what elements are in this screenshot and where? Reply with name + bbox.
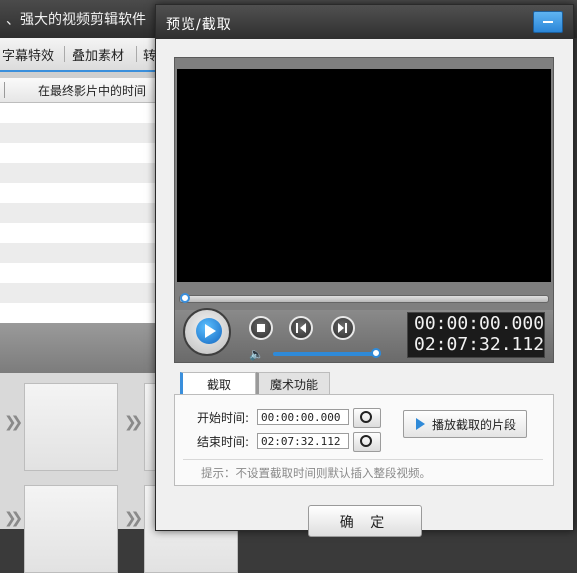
play-icon [416,418,425,430]
tab-magic-function[interactable]: 魔术功能 [256,372,330,395]
dialog-title: 预览/截取 [166,17,232,33]
list-item[interactable] [0,283,160,303]
list-item[interactable] [0,123,160,143]
start-time-label: 开始时间: [197,411,250,425]
storyboard-area: ❯❯ ❯❯ ❯❯ ❯❯ [0,373,238,573]
previous-frame-button[interactable] [289,316,313,340]
tab-separator [136,46,137,62]
seek-handle[interactable] [180,293,190,303]
list-item[interactable] [0,243,160,263]
volume-handle[interactable] [371,348,381,358]
chevron-right-icon: ❯❯ [4,413,23,431]
next-frame-arrow [338,323,344,333]
tab-capture[interactable]: 截取 [180,372,256,395]
storyboard-slot[interactable] [24,485,118,573]
background-tab-bar: 字幕特效 叠加素材 转 [0,38,160,72]
seek-bar[interactable] [179,293,549,303]
capture-panel: 开始时间: 00:00:00.000 结束时间: 02:07:32.112 播放… [174,394,554,486]
column-header-final-time: 在最终影片中的时间 [38,84,147,98]
background-app-title: 、强大的视频剪辑软件 [6,12,146,28]
current-time: 00:00:00.000 [414,313,545,334]
list-item[interactable] [0,263,160,283]
dialog-titlebar[interactable]: 预览/截取 [156,5,573,39]
next-frame-button[interactable] [331,316,355,340]
player-controls: 🔈 00:00:00.000 02:07:32.112 [175,308,553,362]
list-item[interactable] [0,203,160,223]
minimize-button[interactable] [533,11,563,33]
preview-capture-dialog: 预览/截取 🔈 00:00:00.000 02:07:32.112 截取 魔术功… [155,4,574,537]
time-display: 00:00:00.000 02:07:32.112 [407,312,545,358]
set-end-time-button[interactable] [353,432,381,452]
stop-icon [257,324,265,332]
list-item[interactable] [0,303,160,323]
background-toolbar [0,323,160,373]
stop-button[interactable] [249,316,273,340]
list-item[interactable] [0,163,160,183]
chevron-right-icon: ❯❯ [124,413,143,431]
list-item[interactable] [0,103,160,123]
tab-magic-label: 魔术功能 [269,378,318,392]
play-captured-segment-button[interactable]: 播放截取的片段 [403,410,527,438]
total-time: 02:07:32.112 [414,334,545,355]
tab-separator [64,46,65,62]
ok-label: 确 定 [339,515,391,531]
volume-slider[interactable] [273,352,381,356]
play-triangle [205,324,216,338]
volume-icon[interactable]: 🔈 [249,347,264,361]
capture-tip: 提示：不设置截取时间则默认插入整段视频。 [201,466,431,480]
panel-divider [183,459,543,460]
end-time-label: 结束时间: [197,435,250,449]
play-icon [196,318,222,344]
play-segment-label: 播放截取的片段 [432,418,517,432]
previous-frame-arrow [300,323,306,333]
tab-subtitle-effects[interactable]: 字幕特效 [2,45,54,64]
next-frame-icon [345,323,347,333]
minimize-icon [543,21,553,23]
timeline-list [0,103,160,323]
ok-button[interactable]: 确 定 [308,505,422,537]
clock-icon [360,435,372,447]
video-display[interactable] [177,69,551,282]
list-item[interactable] [0,183,160,203]
end-time-input[interactable]: 02:07:32.112 [257,433,349,449]
list-item[interactable] [0,143,160,163]
column-divider [4,82,5,98]
storyboard-slot[interactable] [24,383,118,471]
start-time-input[interactable]: 00:00:00.000 [257,409,349,425]
chevron-right-icon: ❯❯ [124,509,143,527]
play-button[interactable] [183,308,231,356]
chevron-right-icon: ❯❯ [4,509,23,527]
set-start-time-button[interactable] [353,408,381,428]
list-item[interactable] [0,223,160,243]
clock-icon [360,411,372,423]
timeline-column-header: 在最终影片中的时间 [0,78,160,103]
tab-overlay-material[interactable]: 叠加素材 [72,45,124,64]
video-player: 🔈 00:00:00.000 02:07:32.112 [174,57,554,363]
previous-frame-icon [296,323,298,333]
tab-capture-label: 截取 [206,378,231,392]
